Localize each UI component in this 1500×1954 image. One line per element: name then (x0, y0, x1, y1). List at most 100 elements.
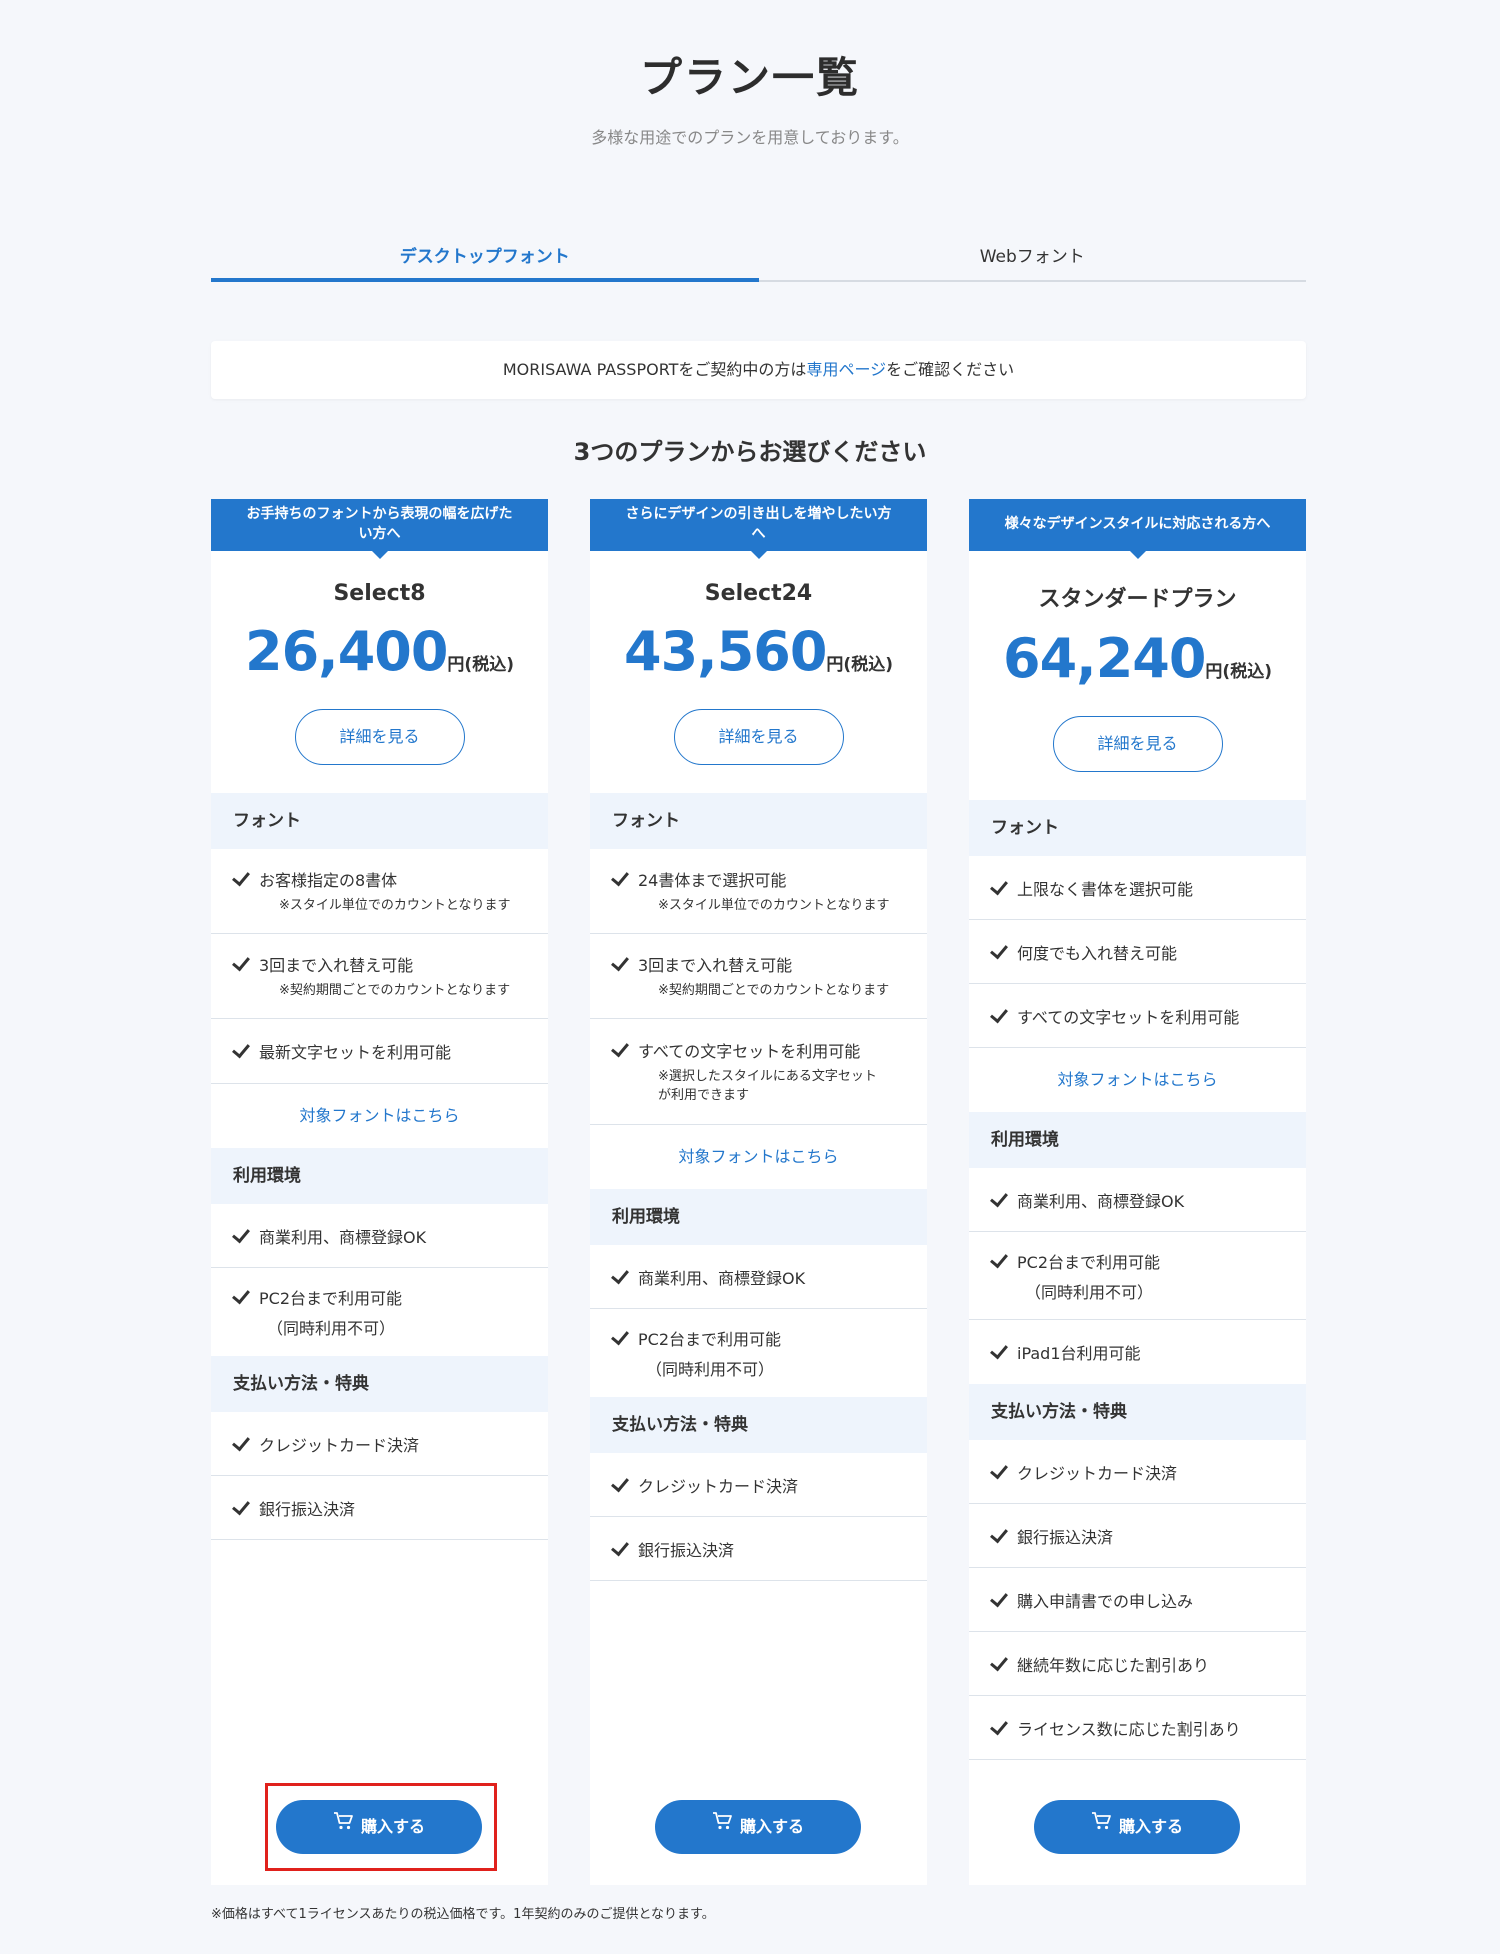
feature-item: クレジットカード決済 (211, 1412, 548, 1476)
price-unit: 円(税込) (1205, 662, 1272, 682)
page-title: プラン一覧 (639, 53, 860, 102)
target-fonts-link[interactable]: 対象フォントはこちら (211, 1084, 548, 1148)
feature-text: PC2台まで利用可能 (233, 1285, 526, 1309)
feature-text: 継続年数に応じた割引あり (991, 1652, 1284, 1676)
section-header-font: フォント (211, 793, 548, 849)
feature-item: 銀行振込決済 (590, 1517, 927, 1581)
feature-text: 商業利用、商標登録OK (991, 1188, 1284, 1212)
passport-notice: MORISAWA PASSPORTをご契約中の方は専用ページをご確認ください (211, 341, 1306, 399)
feature-text: クレジットカード決済 (612, 1473, 905, 1497)
target-fonts-link[interactable]: 対象フォントはこちら (969, 1048, 1306, 1112)
plan-name: Select8 (333, 581, 426, 606)
feature-note: ※契約期間ごとでのカウントとなります (658, 982, 890, 998)
section-header-font: フォント (590, 793, 927, 849)
tab-web-font[interactable]: Webフォント (759, 228, 1307, 280)
feature-text: すべての文字セットを利用可能 (612, 1038, 905, 1062)
feature-item: PC2台まで利用可能 （同時利用不可） (211, 1268, 548, 1356)
feature-text: 商業利用、商標登録OK (233, 1224, 526, 1248)
feature-text: お客様指定の8書体 (233, 867, 526, 891)
feature-item: クレジットカード決済 (590, 1453, 927, 1517)
feature-item: 3回まで入れ替え可能 ※契約期間ごとでのカウントとなります (590, 934, 927, 1019)
feature-sub: （同時利用不可） (1025, 1282, 1154, 1302)
plan-card-select24: さらにデザインの引き出しを増やしたい方へ Select24 43,560円(税込… (590, 499, 927, 1885)
feature-text: 3回まで入れ替え可能 (612, 952, 905, 976)
feature-text: すべての文字セットを利用可能 (991, 1004, 1284, 1028)
highlight-box (265, 1783, 497, 1871)
feature-text: 何度でも入れ替え可能 (991, 940, 1284, 964)
feature-text: 商業利用、商標登録OK (612, 1265, 905, 1289)
cart-icon (1091, 1799, 1113, 1853)
feature-text: PC2台まで利用可能 (612, 1326, 905, 1350)
buy-button[interactable]: 購入する (1034, 1800, 1240, 1854)
choose-plan-heading: 3つのプランからお選びください (573, 438, 927, 466)
section-header-payment: 支払い方法・特典 (590, 1397, 927, 1453)
feature-item: 商業利用、商標登録OK (590, 1245, 927, 1309)
section-header-environment: 利用環境 (590, 1189, 927, 1245)
plan-tabs: デスクトップフォント Webフォント (211, 228, 1306, 282)
section-header-environment: 利用環境 (211, 1148, 548, 1204)
price-footnote: ※価格はすべて1ライセンスあたりの税込価格です。1年契約のみのご提供となります。 (211, 1907, 715, 1922)
target-fonts-link[interactable]: 対象フォントはこちら (590, 1125, 927, 1189)
feature-item: PC2台まで利用可能 （同時利用不可） (969, 1232, 1306, 1320)
price-value: 64,240 (1003, 627, 1206, 690)
buy-button[interactable]: 購入する (655, 1800, 861, 1854)
feature-text: 3回まで入れ替え可能 (233, 952, 526, 976)
feature-item: お客様指定の8書体 ※スタイル単位でのカウントとなります (211, 849, 548, 934)
feature-text: PC2台まで利用可能 (991, 1249, 1284, 1273)
feature-text: 24書体まで選択可能 (612, 867, 905, 891)
feature-item: ライセンス数に応じた割引あり (969, 1696, 1306, 1760)
feature-text: 銀行振込決済 (991, 1524, 1284, 1548)
price-value: 43,560 (624, 620, 827, 683)
feature-text: iPad1台利用可能 (991, 1340, 1284, 1364)
plan-banner: お手持ちのフォントから表現の幅を広げたい方へ (211, 499, 548, 559)
tab-desktop-font[interactable]: デスクトップフォント (211, 228, 759, 282)
feature-text: 最新文字セットを利用可能 (233, 1039, 526, 1063)
feature-item: 商業利用、商標登録OK (211, 1204, 548, 1268)
feature-item: 3回まで入れ替え可能 ※契約期間ごとでのカウントとなります (211, 934, 548, 1019)
plan-name: Select24 (704, 581, 813, 606)
plan-price: 26,400円(税込) (211, 620, 548, 683)
feature-sub: （同時利用不可） (646, 1360, 775, 1379)
section-header-environment: 利用環境 (969, 1112, 1306, 1168)
feature-item: 何度でも入れ替え可能 (969, 920, 1306, 984)
feature-note: ※スタイル単位でのカウントとなります (658, 897, 890, 913)
section-header-payment: 支払い方法・特典 (969, 1384, 1306, 1440)
price-unit: 円(税込) (826, 655, 893, 675)
dedicated-page-link[interactable]: 専用ページ (806, 360, 886, 379)
feature-item: 購入申請書での申し込み (969, 1568, 1306, 1632)
view-details-button[interactable]: 詳細を見る (294, 709, 465, 765)
feature-item: PC2台まで利用可能 （同時利用不可） (590, 1309, 927, 1397)
feature-item: クレジットカード決済 (969, 1440, 1306, 1504)
section-header-font: フォント (969, 800, 1306, 856)
feature-item: iPad1台利用可能 (969, 1320, 1306, 1384)
page-subtitle: 多様な用途でのプランを用意しております。 (591, 128, 909, 147)
plan-price: 64,240円(税込) (969, 627, 1306, 690)
feature-text: 銀行振込決済 (233, 1496, 526, 1520)
view-details-button[interactable]: 詳細を見る (1052, 716, 1223, 772)
buy-label: 購入する (739, 1817, 804, 1836)
feature-item: 銀行振込決済 (211, 1476, 548, 1540)
feature-note: ※スタイル単位でのカウントとなります (279, 897, 511, 913)
plan-name: スタンダードプラン (1038, 587, 1237, 612)
feature-note: ※契約期間ごとでのカウントとなります (279, 982, 511, 998)
view-details-button[interactable]: 詳細を見る (673, 709, 844, 765)
price-value: 26,400 (245, 620, 448, 683)
feature-item: 商業利用、商標登録OK (969, 1168, 1306, 1232)
feature-item: 最新文字セットを利用可能 (211, 1019, 548, 1084)
feature-text: クレジットカード決済 (991, 1460, 1284, 1484)
feature-item: すべての文字セットを利用可能 ※選択したスタイルにある文字セットが利用できます (590, 1019, 927, 1125)
feature-sub: （同時利用不可） (267, 1319, 396, 1338)
price-unit: 円(税込) (447, 655, 514, 675)
plan-banner: 様々なデザインスタイルに対応される方へ (969, 499, 1306, 559)
feature-text: 銀行振込決済 (612, 1537, 905, 1561)
feature-text: 購入申請書での申し込み (991, 1588, 1284, 1612)
cart-icon (712, 1799, 734, 1853)
feature-note: ※選択したスタイルにある文字セットが利用できます (658, 1069, 877, 1103)
feature-item: 24書体まで選択可能 ※スタイル単位でのカウントとなります (590, 849, 927, 934)
notice-text-before: MORISAWA PASSPORTをご契約中の方は (502, 360, 807, 379)
plan-card-select8: お手持ちのフォントから表現の幅を広げたい方へ Select8 26,400円(税… (211, 499, 548, 1885)
section-header-payment: 支払い方法・特典 (211, 1356, 548, 1412)
feature-text: クレジットカード決済 (233, 1432, 526, 1456)
feature-text: ライセンス数に応じた割引あり (991, 1716, 1284, 1740)
plan-card-standard: 様々なデザインスタイルに対応される方へ スタンダードプラン 64,240円(税込… (969, 499, 1306, 1885)
